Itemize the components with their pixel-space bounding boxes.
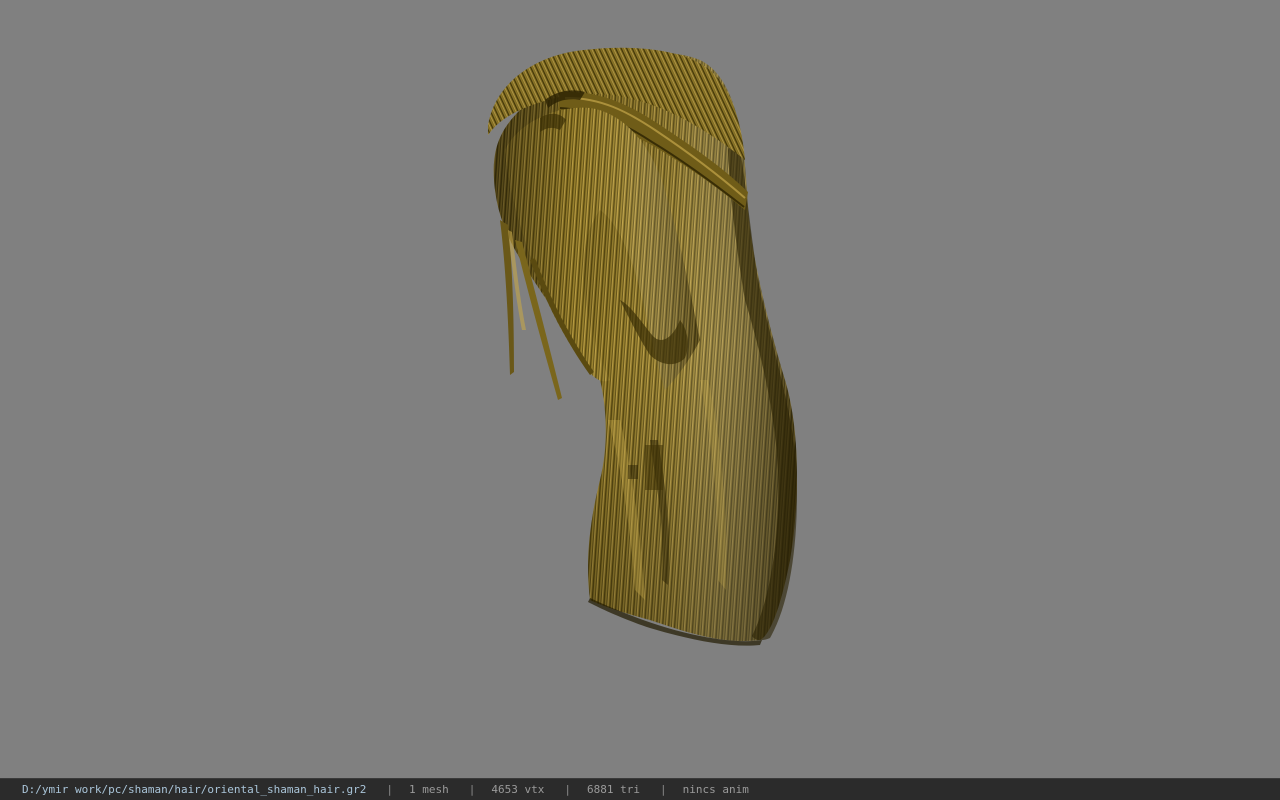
status-mesh-count: 1 mesh [409,783,449,796]
status-separator: | [386,783,393,796]
status-vertex-count: 4653 vtx [491,783,545,796]
3d-viewport[interactable] [0,0,1280,778]
status-separator: | [659,783,667,796]
status-separator: | [468,783,476,796]
status-triangle-count: 6881 tri [586,783,640,796]
status-bar: D:/ymir work/pc/shaman/hair/oriental_sha… [0,778,1280,800]
status-separator: | [564,783,571,796]
status-anim: nincs anim [682,783,749,796]
status-file-path: D:/ymir work/pc/shaman/hair/oriental_sha… [22,783,367,796]
hair-model-render[interactable] [0,0,1280,778]
